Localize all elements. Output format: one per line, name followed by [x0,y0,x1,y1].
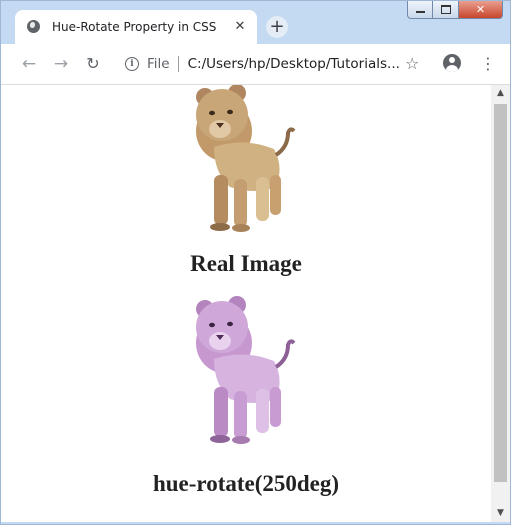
minimize-button[interactable] [407,1,433,19]
tab-close-button[interactable]: ✕ [233,19,247,34]
lion-image-hue-rotated [184,289,308,449]
url-text[interactable]: C:/Users/hp/Desktop/Tutorials... [188,56,400,72]
lion-cub-picture [196,85,296,232]
vertical-scrollbar[interactable]: ▲ ▼ [491,85,510,522]
browser-window: ✕ Hue-Rotate Property in CSS ✕ + ← → ↻ i… [0,0,511,525]
address-separator [177,56,179,72]
scroll-down-arrow-icon[interactable]: ▼ [491,505,510,522]
new-tab-button[interactable]: + [266,16,288,38]
info-icon[interactable]: i [125,57,139,71]
caption-hue-rotate: hue-rotate(250deg) [152,471,340,496]
minimize-icon [415,11,425,13]
scrollbar-thumb[interactable] [494,104,507,482]
maximize-icon [440,5,451,14]
page-viewport: Real Image hue-rotate(250deg) ▲ ▼ [1,85,510,522]
window-close-button[interactable]: ✕ [459,1,503,19]
scheme-label: File [147,56,170,72]
tab-title: Hue-Rotate Property in CSS [52,19,217,34]
forward-button[interactable]: → [50,53,72,75]
menu-icon[interactable]: ⋮ [480,55,496,73]
address-bar[interactable]: i File C:/Users/hp/Desktop/Tutorials... [115,50,400,78]
window-controls: ✕ [407,1,503,19]
lion-image-real [184,85,308,237]
caption-real-image: Real Image [190,251,302,276]
close-icon: ✕ [475,3,486,16]
lion-cub-picture-filtered [196,296,296,444]
bookmark-star-icon[interactable]: ☆ [405,55,419,73]
profile-avatar-icon[interactable] [443,54,461,72]
globe-icon [27,20,40,33]
maximize-button[interactable] [433,1,459,19]
toolbar: ← → ↻ i File C:/Users/hp/Desktop/Tutoria… [1,44,510,85]
reload-button[interactable]: ↻ [82,53,104,75]
scroll-up-arrow-icon[interactable]: ▲ [491,85,510,102]
tab-active[interactable]: Hue-Rotate Property in CSS ✕ [15,10,257,47]
page-content: Real Image hue-rotate(250deg) [1,85,491,497]
back-button[interactable]: ← [18,53,40,75]
